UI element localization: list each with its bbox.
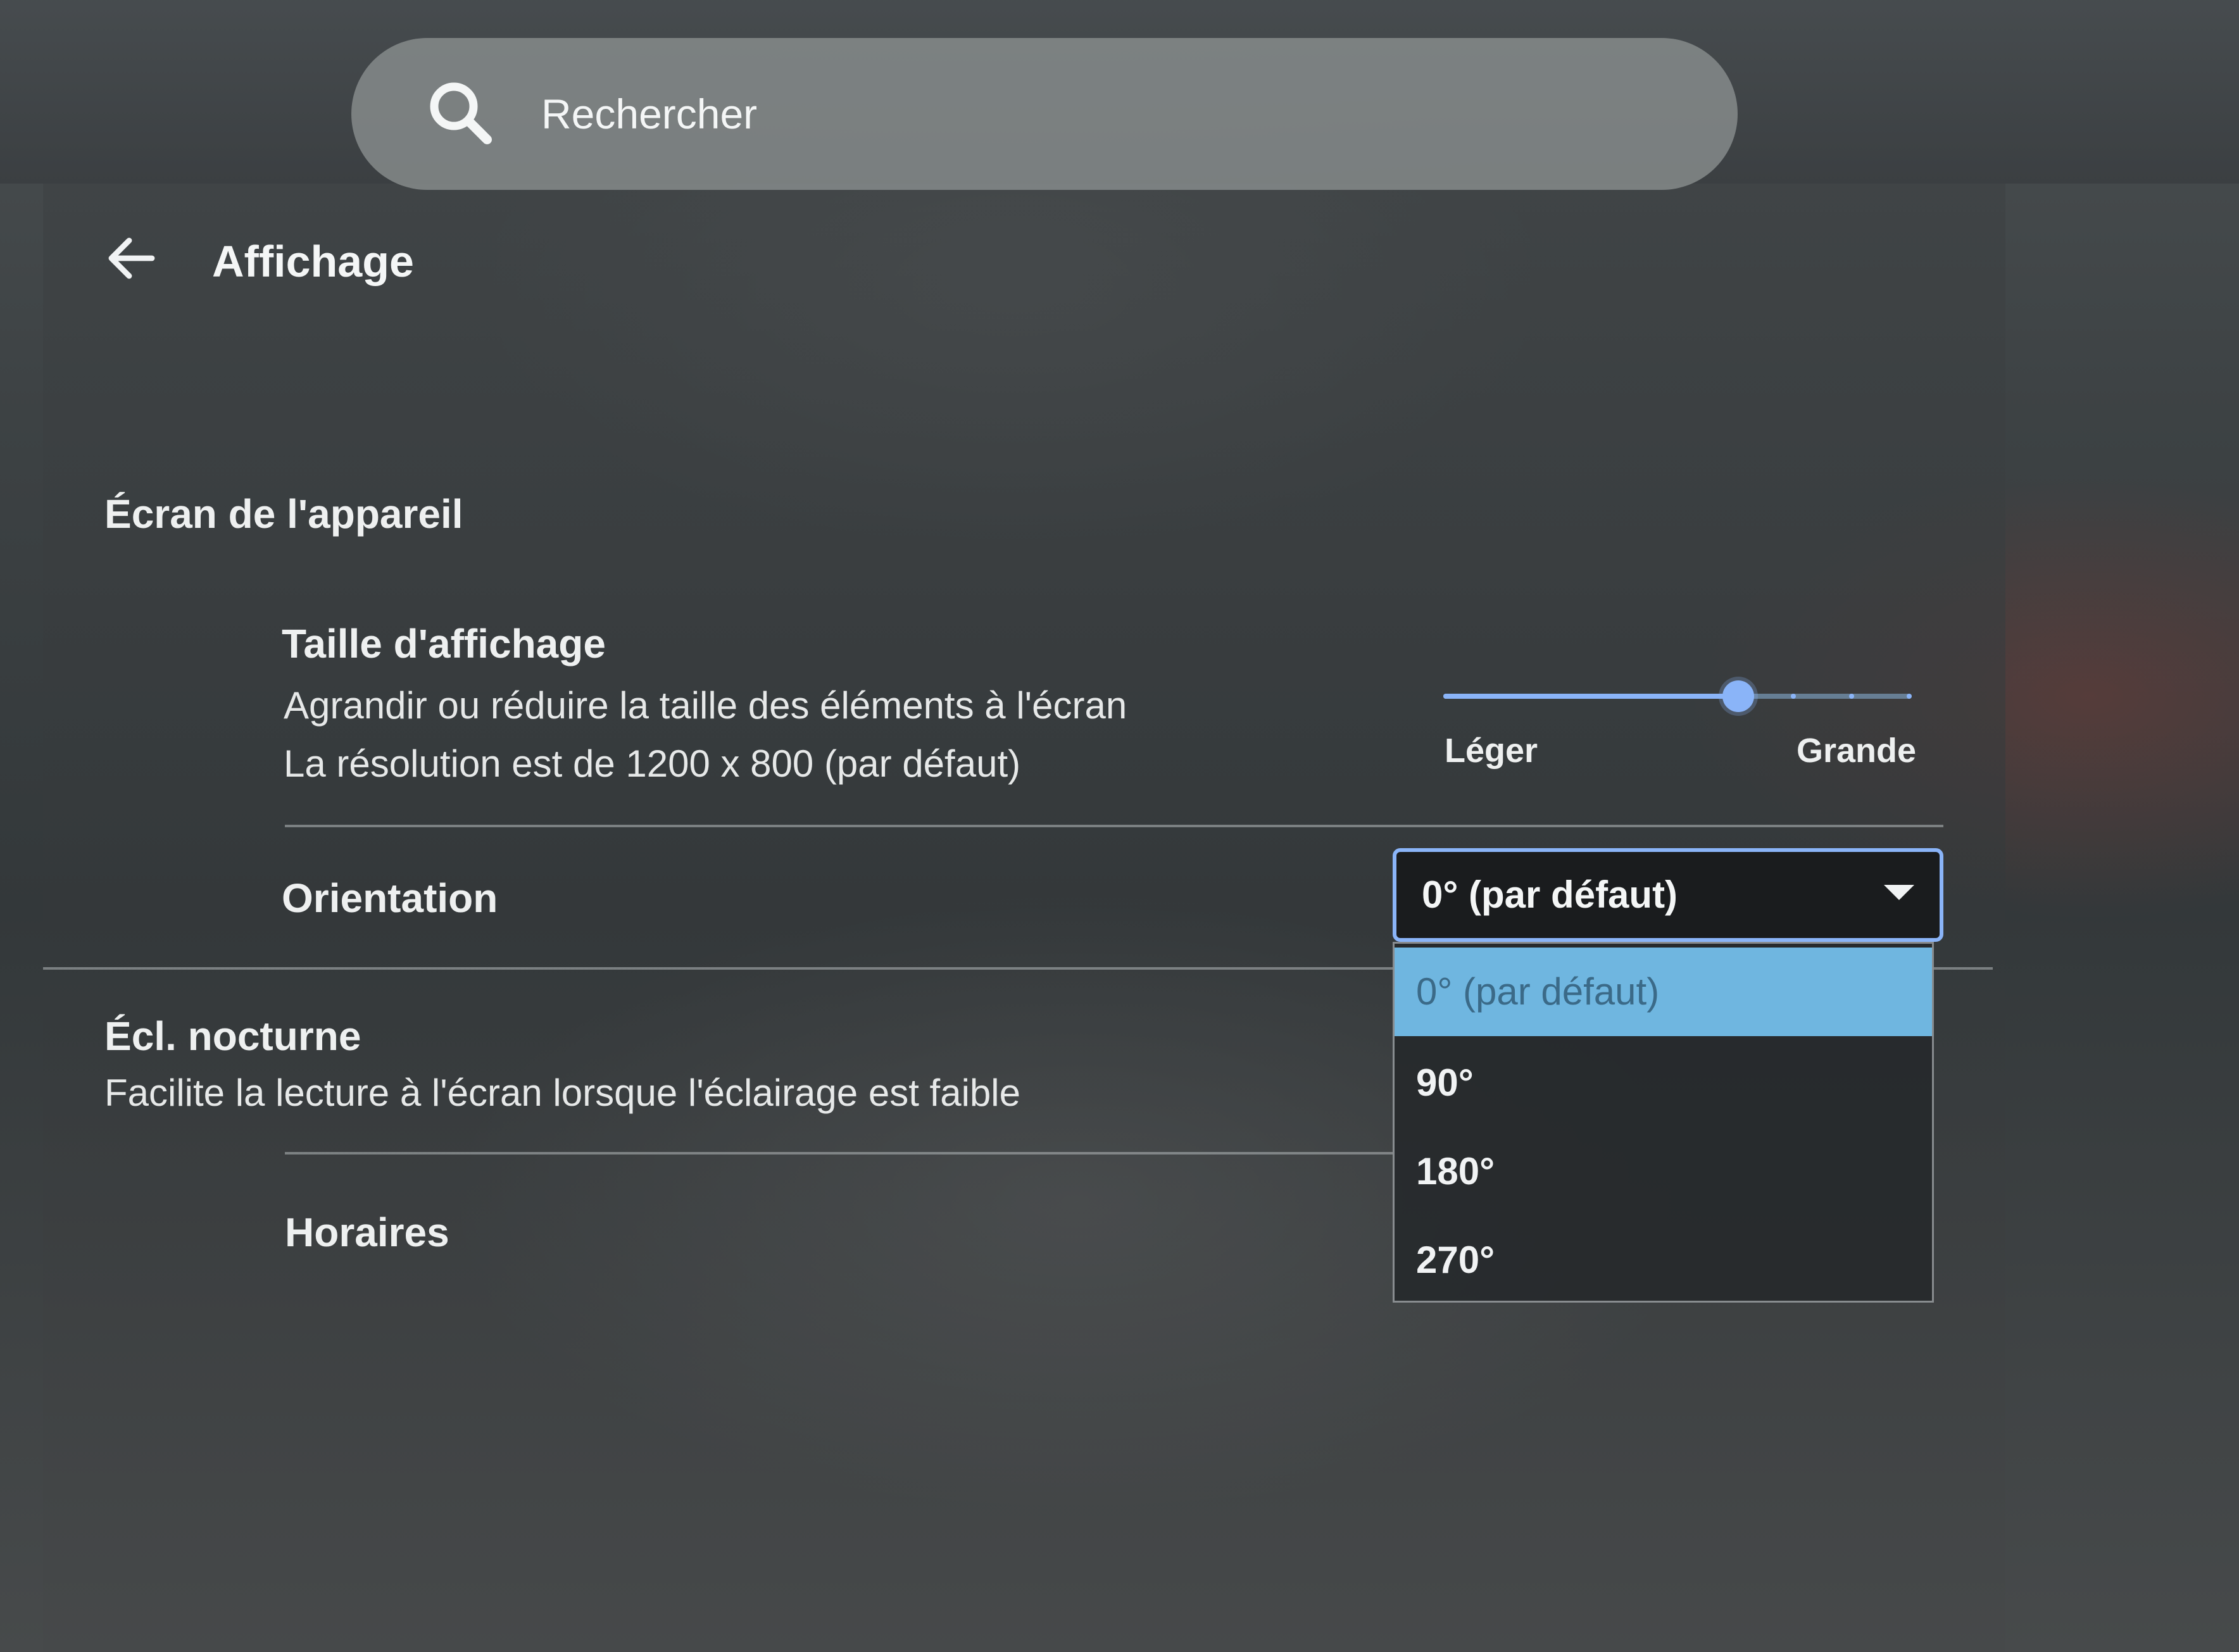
chevron-down-icon [1884,885,1914,900]
slider-tick [1907,694,1912,699]
page-title: Affichage [212,237,414,286]
slider-tick [1617,694,1622,699]
back-arrow-icon[interactable] [101,228,162,289]
slider-max-label: Grande [1797,732,1917,770]
orientation-option-180[interactable]: 180° [1395,1127,1932,1216]
orientation-options-menu: 0° (par défaut) 90° 180° 270° [1393,942,1934,1303]
orientation-option-270[interactable]: 270° [1395,1216,1932,1305]
schedule-label[interactable]: Horaires [285,1209,449,1256]
display-size-slider[interactable] [1443,677,1912,715]
slider-min-label: Léger [1445,732,1538,770]
search-input[interactable] [541,76,1681,152]
orientation-option-90[interactable]: 90° [1395,1039,1932,1127]
search-bar[interactable] [351,38,1738,190]
slider-tick [1501,694,1507,699]
display-size-description: Agrandir ou réduire la taille des élémen… [284,684,1127,727]
display-size-title: Taille d'affichage [282,621,606,666]
slider-tick [1791,694,1796,699]
orientation-select[interactable]: 0° (par défaut) [1393,848,1943,942]
divider [285,825,1943,827]
slider-tick [1848,694,1854,699]
slider-tick [1675,694,1680,699]
display-size-resolution: La résolution est de 1200 x 800 (par déf… [284,742,1021,785]
section-title-device-screen: Écran de l'appareil [104,491,463,537]
night-light-title: Écl. nocturne [104,1013,361,1059]
slider-fill [1443,694,1739,699]
divider [285,1152,1393,1155]
slider-tick [1559,694,1564,699]
night-light-description: Facilite la lecture à l'écran lorsque l'… [104,1072,1020,1114]
search-icon [430,82,492,144]
slider-tick [1443,694,1448,699]
slider-thumb[interactable] [1722,680,1755,712]
orientation-label: Orientation [282,875,498,921]
orientation-option-0[interactable]: 0° (par défaut) [1395,948,1932,1036]
orientation-selected-value: 0° (par défaut) [1422,873,1678,916]
